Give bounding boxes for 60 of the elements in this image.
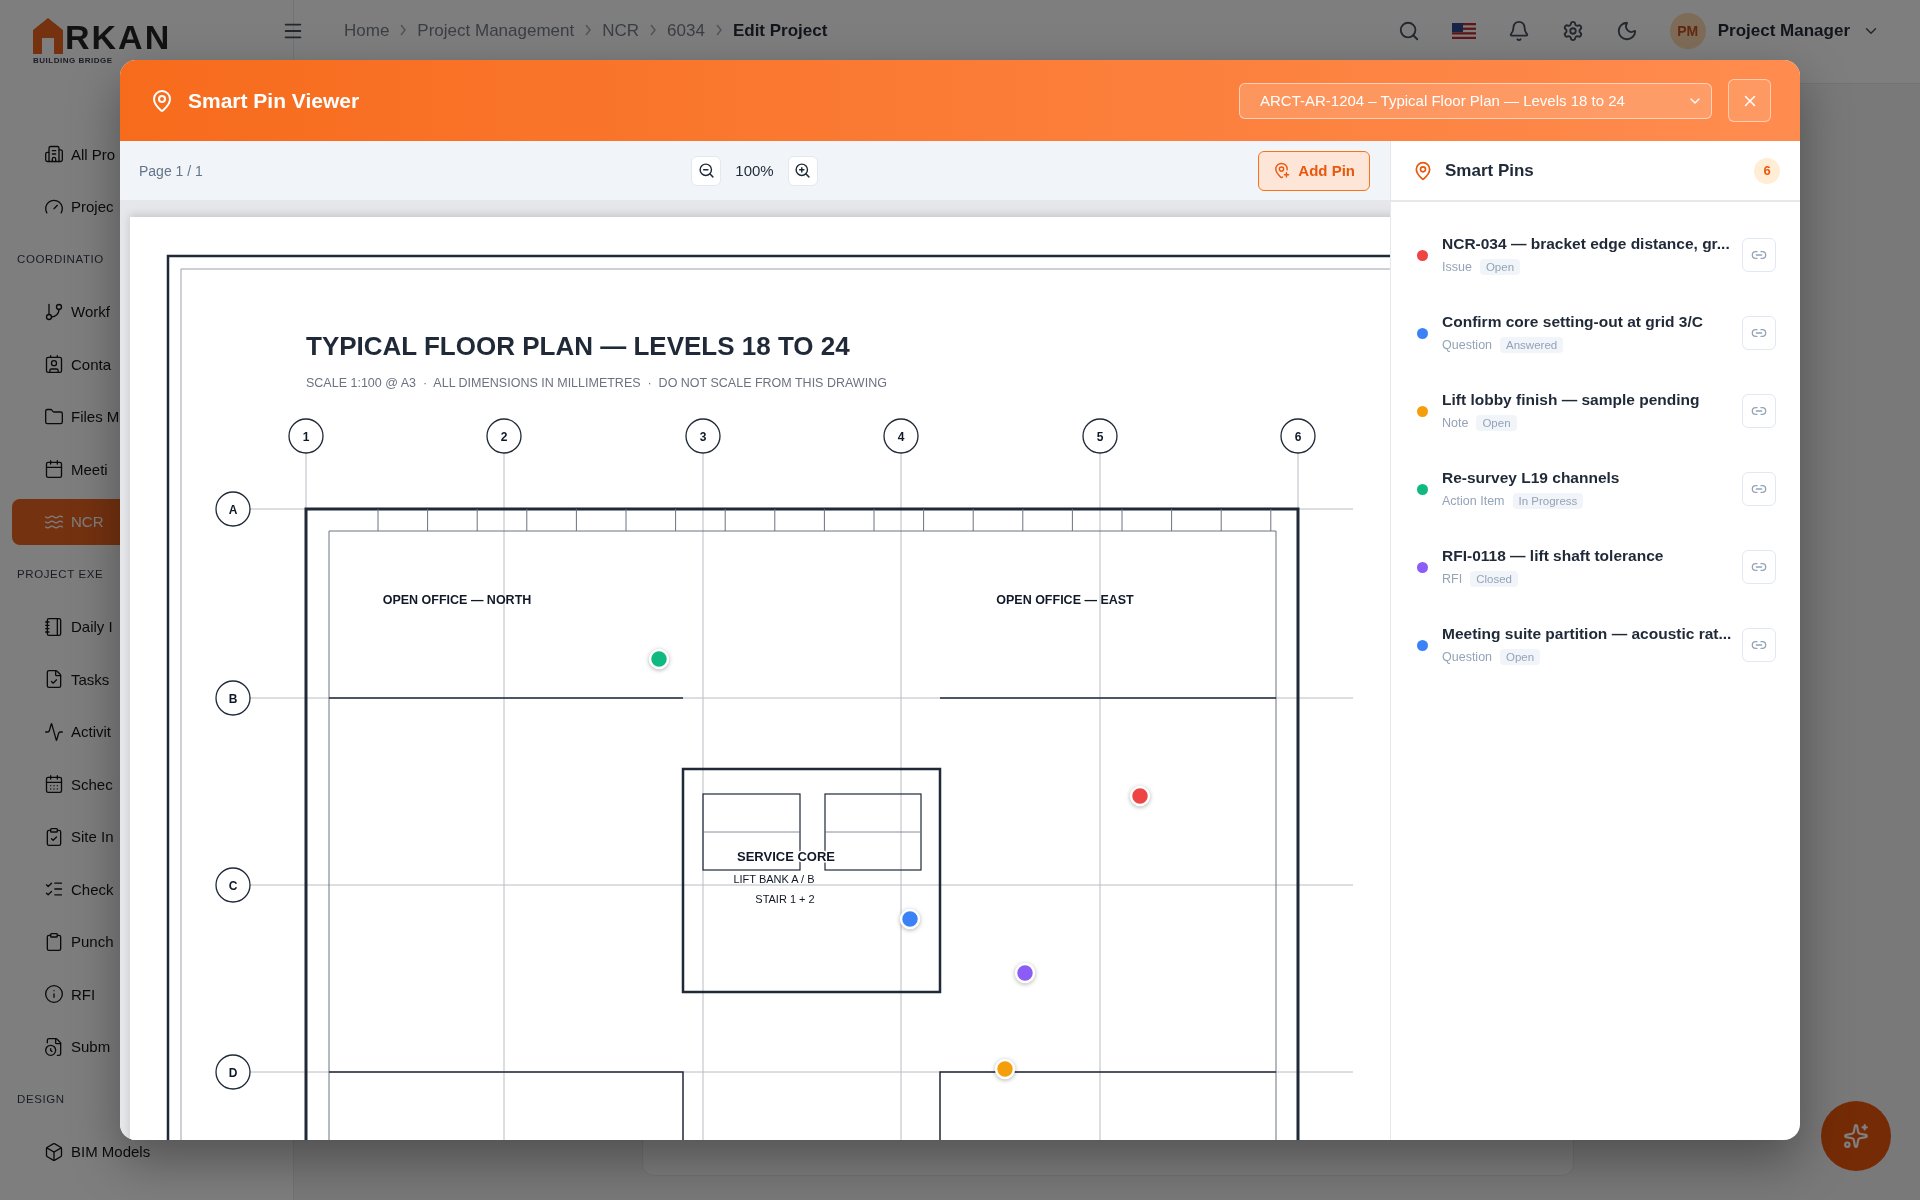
status-tag: Answered (1500, 337, 1564, 353)
grid-bubble: B (215, 680, 251, 716)
nav-label: BIM Models (71, 1143, 151, 1161)
nav-label: Projec (71, 198, 114, 216)
pin-title: RFI-0118 — lift shaft tolerance (1442, 547, 1665, 565)
modal-title: Smart Pin Viewer (188, 88, 361, 113)
pin-title: Confirm core setting-out at grid 3/C (1442, 313, 1704, 331)
nav-label: Schec (71, 775, 113, 793)
nav-label: Conta (71, 355, 112, 373)
zoom-level: 100% (735, 162, 774, 179)
grid-bubble: C (215, 867, 251, 903)
pin-type: Question (1442, 650, 1493, 664)
nav-label: Files M (71, 408, 120, 426)
logo-tagline: BUILDING BRIDGE (33, 56, 114, 65)
nav-section-label: COORDINATIO (16, 252, 105, 268)
pin-type: RFI (1442, 572, 1463, 586)
pin-type: Question (1442, 338, 1493, 352)
status-tag: Open (1476, 415, 1517, 431)
nav-label: All Pro (71, 145, 116, 163)
nav-label: Daily I (71, 618, 113, 636)
pin-type: Issue (1442, 260, 1472, 274)
grid-bubble: D (215, 1054, 251, 1090)
nav-label: Punch (71, 933, 114, 951)
logo-text: RKAN (65, 20, 172, 54)
pin-count-badge: 6 (1754, 157, 1780, 184)
status-tag: Open (1479, 259, 1521, 275)
nav-label: NCR (71, 513, 104, 531)
room-label: OPEN OFFICE — NORTH (382, 593, 532, 607)
page-indicator: Page 1 / 1 (139, 162, 204, 179)
grid-bubble: 5 (1082, 418, 1118, 454)
nav-label: Activit (71, 723, 111, 741)
panel-title: Smart Pins (1445, 160, 1535, 181)
nav-label: Check (71, 880, 114, 898)
status-tag: Open (1500, 649, 1541, 665)
grid-bubble: 3 (685, 418, 721, 454)
pin-type: Note (1442, 416, 1469, 430)
nav-label: Meeti (71, 460, 108, 478)
room-note: LIFT BANK A / B (733, 873, 815, 885)
grid-bubble: A (215, 491, 251, 527)
pin-title: Lift lobby finish — sample pending (1442, 391, 1701, 409)
grid-bubble: 1 (288, 418, 324, 454)
grid-bubble: 4 (883, 418, 919, 454)
drawing-title: TYPICAL FLOOR PLAN — LEVELS 18 TO 24 (306, 331, 850, 361)
drawing-subtitle: SCALE 1:100 @ A3 · ALL DIMENSIONS IN MILLIMETRES · DO NOT SCALE FROM THIS DRAWING (306, 376, 887, 390)
grid-bubble: 6 (1280, 418, 1316, 454)
nav-label: Subm (71, 1038, 111, 1056)
room-label: OPEN OFFICE — EAST (996, 593, 1134, 607)
status-tag: Closed (1470, 571, 1518, 587)
grid-bubble: 2 (486, 418, 522, 454)
nav-label: RFI (71, 985, 96, 1003)
nav-section-label: DESIGN (16, 1092, 66, 1108)
nav-label: Workf (71, 303, 110, 321)
pin-title: Re-survey L19 channels (1442, 469, 1621, 487)
room-note: STAIR 1 + 2 (755, 893, 815, 905)
status-tag: In Progress (1512, 493, 1584, 509)
pin-title: NCR-034 — bracket edge distance, gr... (1442, 235, 1728, 253)
nav-label: Site In (71, 828, 114, 846)
nav-label: Tasks (71, 670, 110, 688)
pin-type: Action Item (1442, 494, 1505, 508)
nav-section-label: PROJECT EXE (16, 567, 105, 583)
